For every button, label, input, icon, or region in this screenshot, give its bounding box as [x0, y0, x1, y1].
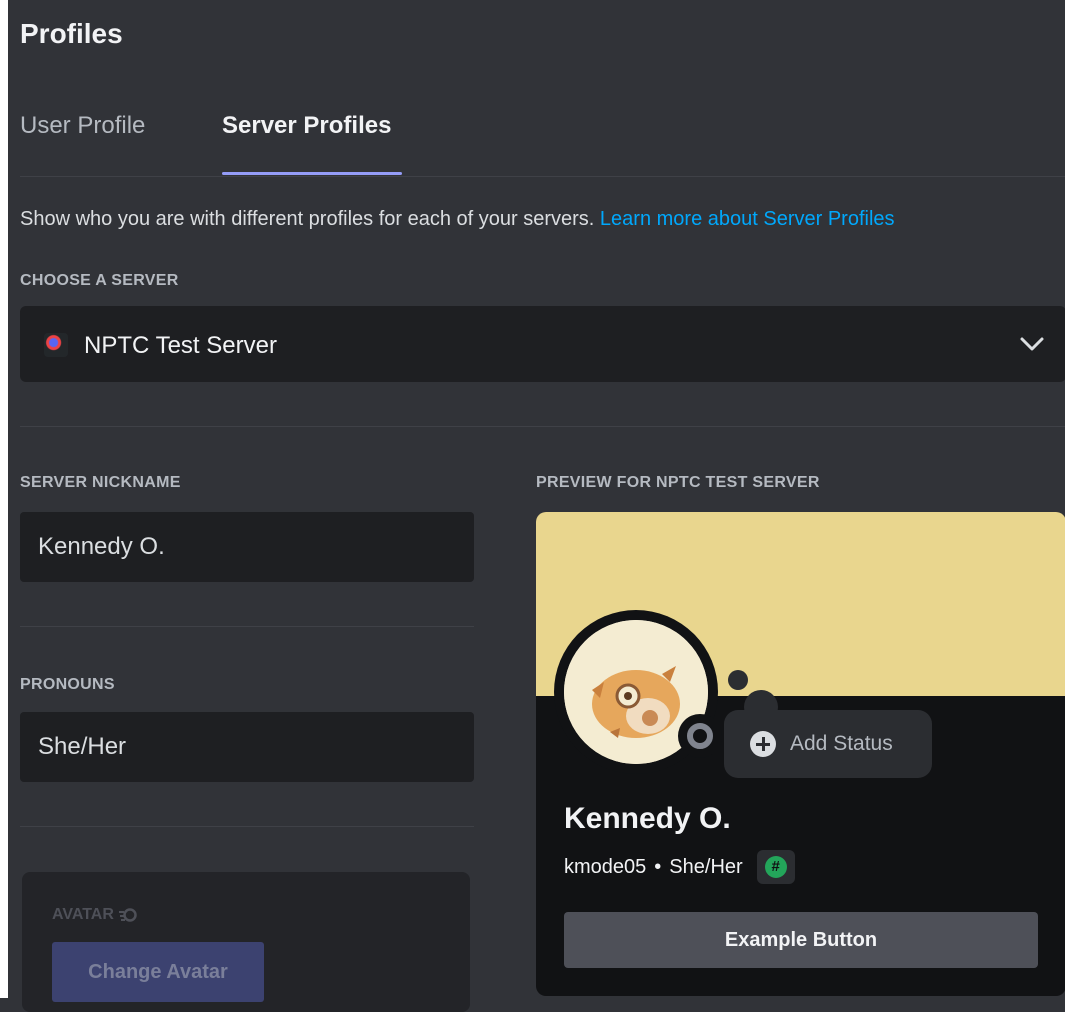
hashtag-badge-icon[interactable]: #: [756, 850, 795, 884]
nitro-icon: [118, 908, 137, 922]
avatar-ring: [554, 610, 722, 774]
choose-server-label: CHOOSE A SERVER: [20, 272, 179, 289]
add-status-button[interactable]: Add Status: [724, 710, 932, 778]
change-avatar-button[interactable]: Change Avatar: [52, 942, 264, 1002]
nickname-divider: [20, 626, 474, 627]
description-text: Show who you are with different profiles…: [20, 208, 595, 230]
avatar-label: AVATAR: [52, 906, 138, 924]
page-title: Profiles: [20, 18, 123, 49]
server-select-dropdown[interactable]: NPTC Test Server: [20, 306, 1065, 382]
add-status-label: Add Status: [790, 732, 893, 755]
preview-pronouns: She/Her: [669, 855, 743, 878]
add-icon: [750, 731, 776, 757]
active-tab-indicator: [222, 172, 402, 175]
server-avatar-icon: [44, 333, 68, 357]
learn-more-link[interactable]: Learn more about Server Profiles: [600, 208, 895, 230]
badge-symbol: #: [764, 856, 787, 878]
example-button[interactable]: Example Button: [564, 912, 1038, 968]
pronouns-divider: [20, 826, 474, 827]
server-nickname-input[interactable]: Kennedy O.: [20, 512, 474, 582]
preview-display-name: Kennedy O.: [564, 802, 731, 835]
server-nickname-label: SERVER NICKNAME: [20, 474, 181, 491]
pronouns-label: PRONOUNS: [20, 676, 115, 693]
server-profiles-description: Show who you are with different profiles…: [20, 208, 895, 231]
preview-label: PREVIEW FOR NPTC TEST SERVER: [536, 474, 820, 491]
pronouns-input[interactable]: She/Her: [20, 712, 474, 782]
preview-user-line: kmode05 • She/Her #: [564, 850, 795, 884]
avatar-label-text: AVATAR: [52, 906, 114, 923]
tab-bar: User Profile Server Profiles: [20, 112, 391, 140]
selected-server-name: NPTC Test Server: [84, 332, 277, 359]
tab-server-profiles[interactable]: Server Profiles: [222, 112, 391, 140]
chevron-down-icon: [1020, 337, 1044, 351]
section-divider: [20, 426, 1065, 427]
profile-preview-card: Add Status Kennedy O. kmode05 • She/Her …: [536, 512, 1065, 996]
window-edge: [0, 0, 8, 998]
preview-username: kmode05: [564, 855, 647, 878]
avatar-section: AVATAR Change Avatar: [22, 872, 470, 1012]
tabs-divider: [20, 176, 1065, 177]
status-indicator: [678, 714, 722, 758]
separator-dot: •: [654, 855, 662, 878]
tab-user-profile[interactable]: User Profile: [20, 112, 222, 140]
status-bubble-dot: [728, 670, 748, 690]
